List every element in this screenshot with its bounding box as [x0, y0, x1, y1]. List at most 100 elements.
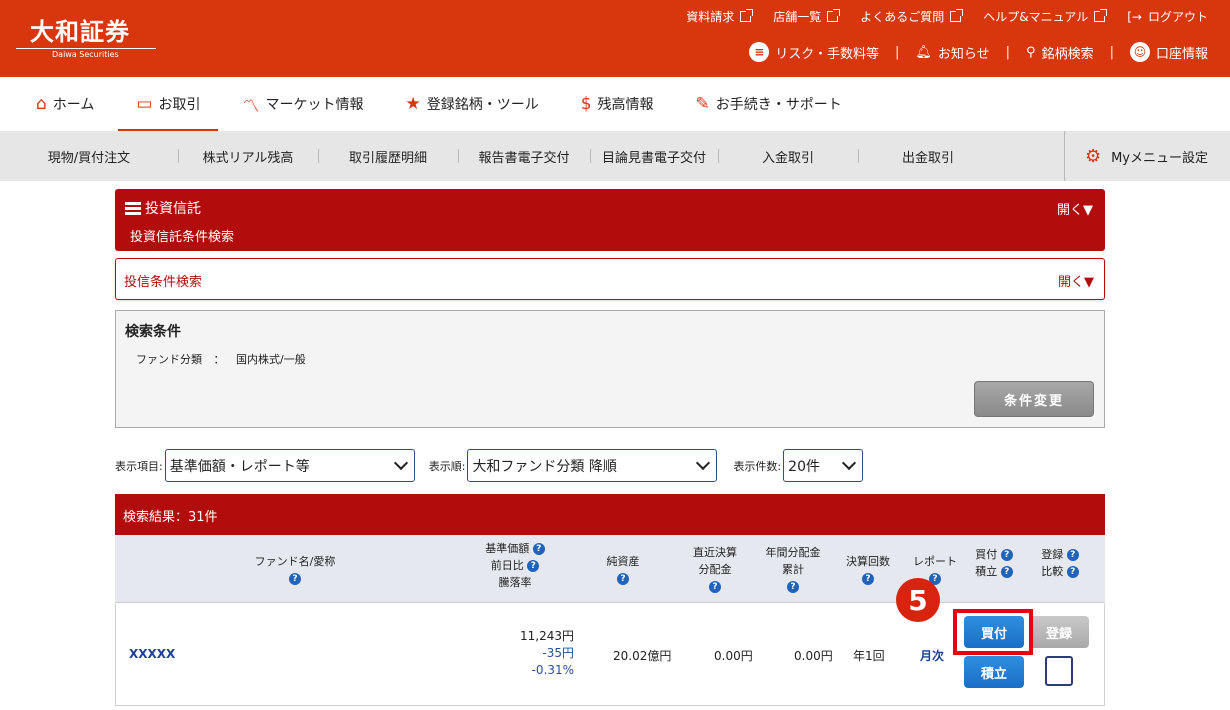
- pen-icon: ✎: [695, 94, 710, 114]
- subnav-item-prospectus[interactable]: 目論見書電子交付: [590, 147, 718, 166]
- trade-screen-icon: ▭: [136, 94, 153, 114]
- subnav-item-reports[interactable]: 報告書電子交付: [458, 147, 590, 166]
- nav-home[interactable]: ⌂ ホーム: [36, 77, 94, 131]
- external-link-icon: [950, 9, 964, 22]
- star-icon: ★: [405, 94, 421, 114]
- link-risk-fees[interactable]: ≡ リスク・手数料等: [749, 42, 879, 62]
- logout-icon: [→: [1127, 9, 1142, 24]
- expand-toggle[interactable]: 開く▼: [1057, 199, 1093, 218]
- help-icon[interactable]: ?: [787, 581, 799, 593]
- col-label: 前日比: [490, 559, 524, 572]
- nav-rate: -0.31%: [531, 663, 574, 677]
- home-icon: ⌂: [36, 94, 47, 114]
- register-button[interactable]: 登録: [1029, 616, 1089, 648]
- link-label: お知らせ: [937, 46, 990, 62]
- nav-label: 残高情報: [597, 97, 654, 113]
- subnav-item-realtime-balance[interactable]: 株式リアル残高: [178, 147, 318, 166]
- external-link-icon: [1094, 9, 1108, 22]
- link-account-info[interactable]: ☺ 口座情報: [1129, 42, 1208, 62]
- accumulate-button[interactable]: 積立: [964, 656, 1024, 688]
- subnav-item-order[interactable]: 現物/買付注文: [0, 147, 178, 166]
- link-label: 資料請求: [686, 10, 735, 24]
- link-request-materials[interactable]: 資料請求: [686, 8, 754, 25]
- help-icon[interactable]: ?: [709, 581, 721, 593]
- daiwa-logo[interactable]: 大和証券 Daiwa Securities: [16, 12, 156, 59]
- logout-button[interactable]: [→ ログアウト: [1127, 8, 1208, 25]
- link-label: よくあるご質問: [860, 10, 945, 24]
- nav-market[interactable]: 〽マーケット情報: [242, 77, 363, 131]
- sub-nav: 現物/買付注文 株式リアル残高 取引履歴明細 報告書電子交付 目論見書電子交付 …: [0, 131, 1230, 181]
- link-branch-list[interactable]: 店舗一覧: [773, 8, 841, 25]
- help-icon[interactable]: ?: [289, 573, 301, 585]
- link-notices[interactable]: 🔔︎ お知らせ: [915, 43, 989, 62]
- help-icon[interactable]: ?: [862, 573, 874, 585]
- link-label: 口座情報: [1155, 46, 1208, 62]
- chevron-down-icon: [393, 455, 408, 471]
- external-link-icon: [827, 9, 841, 22]
- col-label: レポート: [913, 555, 957, 568]
- link-label: ヘルプ&マニュアル: [983, 10, 1089, 24]
- results-table-header: ファンド名/愛称? 基準価額 ? 前日比 ? 騰落率 純資産? 直近決算 分配金?…: [115, 535, 1105, 603]
- select-value: 基準価額・レポート等: [169, 458, 310, 475]
- help-icon[interactable]: ?: [617, 573, 629, 585]
- link-label: リスク・手数料等: [775, 46, 879, 62]
- net-assets: 20.02億円: [613, 649, 672, 663]
- link-faq[interactable]: よくあるご質問: [860, 8, 964, 25]
- subnav-item-deposit[interactable]: 入金取引: [718, 147, 858, 166]
- fund-name-link[interactable]: XXXXX: [129, 647, 175, 661]
- settlement-count: 年1回: [853, 649, 885, 663]
- help-icon[interactable]: ?: [527, 560, 540, 572]
- order-select[interactable]: 大和ファンド分類 降順: [467, 449, 718, 482]
- col-label: ファンド名/愛称: [254, 555, 336, 568]
- document-icon: ≡: [749, 42, 770, 62]
- step-number-badge: 5: [896, 578, 940, 622]
- col-label: 基準価額: [485, 542, 530, 555]
- logo-text: 大和証券: [30, 17, 130, 46]
- count-select[interactable]: 20件: [783, 449, 864, 482]
- user-icon: ☺: [1129, 42, 1150, 62]
- nav-cell: 11,243円 -35円 -0.31%: [476, 628, 574, 679]
- col-label: 分配金: [698, 563, 732, 576]
- help-icon[interactable]: ?: [1000, 566, 1013, 578]
- col-label: 比較: [1041, 565, 1064, 578]
- display-options-row: 表示項目: 基準価額・レポート等 表示順: 大和ファンド分類 降順 表示件数: …: [115, 449, 864, 482]
- help-icon[interactable]: ?: [1066, 566, 1079, 578]
- nav-procedures[interactable]: ✎ お手続き・サポート: [696, 77, 842, 131]
- fund-search-bar[interactable]: 投信条件検索 開く▼: [115, 258, 1105, 300]
- link-stock-search[interactable]: ⚲ 銘柄検索: [1026, 43, 1094, 62]
- nav-label: マーケット情報: [265, 97, 364, 113]
- my-menu-settings[interactable]: ⚙ Myメニュー設定: [1063, 131, 1208, 181]
- monthly-report-link[interactable]: 月次: [920, 647, 944, 664]
- col-annual-dist: 年間分配金累計?: [758, 544, 828, 595]
- section-title: 投資信託: [125, 198, 201, 218]
- conditions-title: 検索条件: [125, 324, 181, 340]
- col-label: 登録: [1041, 548, 1064, 561]
- fund-class-line: ファンド分類 ： 国内株式/一般: [136, 351, 306, 367]
- subnav-item-withdrawal[interactable]: 出金取引: [858, 147, 998, 166]
- link-label: 銘柄検索: [1041, 46, 1094, 62]
- subnav-item-history[interactable]: 取引履歴明細: [318, 147, 458, 166]
- nav-tools[interactable]: ★ 登録銘柄・ツール: [405, 77, 538, 131]
- display-items-select[interactable]: 基準価額・レポート等: [164, 449, 415, 482]
- nav-value: 11,243円: [520, 629, 574, 643]
- link-help-manual[interactable]: ヘルプ&マニュアル: [983, 8, 1108, 25]
- help-icon[interactable]: ?: [532, 543, 545, 555]
- change-conditions-button[interactable]: 条件変更: [974, 381, 1094, 417]
- link-label: 店舗一覧: [773, 10, 822, 24]
- my-menu-label: Myメニュー設定: [1111, 150, 1208, 166]
- compare-checkbox[interactable]: [1045, 656, 1073, 686]
- help-icon[interactable]: ?: [1000, 549, 1013, 561]
- expand-toggle[interactable]: 開く▼: [1058, 271, 1094, 290]
- section-title-text: 投資信託: [145, 201, 201, 217]
- col-settlements: 決算回数?: [837, 553, 899, 587]
- nav-label: 登録銘柄・ツール: [426, 97, 539, 113]
- nav-trade[interactable]: ▭ お取引: [118, 77, 219, 131]
- col-label: 年間分配金: [765, 546, 821, 559]
- results-count-header: 検索結果：31件: [115, 494, 1105, 535]
- investment-trust-bar[interactable]: 投資信託 投資信託条件検索 開く▼: [115, 189, 1105, 251]
- help-icon[interactable]: ?: [1066, 549, 1079, 561]
- nav-balance[interactable]: $ 残高情報: [581, 77, 654, 131]
- col-label: 累計: [782, 563, 804, 576]
- header-utility-links: 資料請求 店舗一覧 よくあるご質問 ヘルプ&マニュアル [→ ログアウト: [686, 8, 1208, 25]
- divider: |: [1005, 44, 1011, 60]
